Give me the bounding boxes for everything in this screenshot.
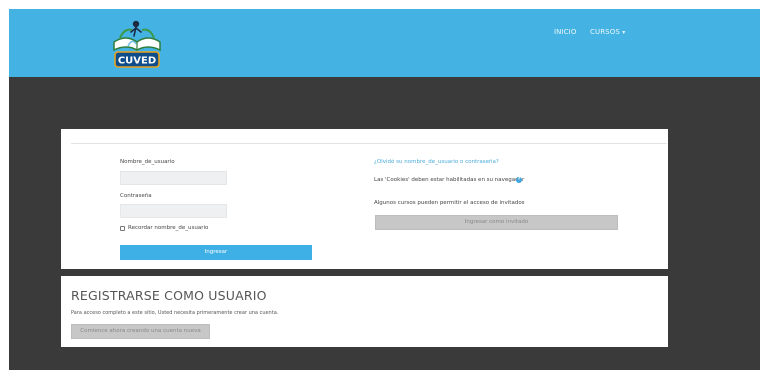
nav-cursos-menu[interactable]: CURSOS ▾: [590, 28, 625, 36]
nav-cursos-label: CURSOS: [590, 28, 620, 36]
register-description: Para acceso completo a este sitio, Usted…: [71, 310, 279, 316]
help-icon[interactable]: ?: [516, 177, 522, 183]
username-label: Nombre_de_usuario: [120, 159, 175, 165]
guest-login-button[interactable]: Ingresar como invitado: [375, 215, 618, 230]
divider: [71, 143, 667, 144]
password-label: Contraseña: [120, 193, 152, 199]
cuved-logo[interactable]: CUVED: [106, 16, 168, 72]
remember-label: Recordar nombre_de_usuario: [128, 225, 209, 231]
register-panel: REGISTRARSE COMO USUARIO Para acceso com…: [61, 276, 668, 347]
forgot-password-link[interactable]: ¿Olvidó su nombre_de_usuario o contraseñ…: [374, 159, 499, 165]
register-title: REGISTRARSE COMO USUARIO: [71, 288, 267, 303]
guest-info-text: Algunos cursos pueden permitir el acceso…: [374, 200, 525, 206]
username-field[interactable]: [120, 171, 227, 185]
login-panel: Nombre_de_usuario Contraseña Recordar no…: [61, 129, 668, 269]
create-account-button[interactable]: Comience ahora creando una cuenta nueva: [71, 324, 210, 339]
nav-inicio-link[interactable]: INICIO: [554, 28, 576, 36]
site-header: CUVED INICIO CURSOS ▾: [9, 9, 760, 77]
password-field[interactable]: [120, 204, 227, 218]
cookies-text: Las 'Cookies' deben estar habilitadas en…: [374, 177, 525, 183]
remember-checkbox[interactable]: [120, 226, 125, 231]
cookies-notice: Las 'Cookies' deben estar habilitadas en…: [374, 177, 524, 183]
chevron-down-icon: ▾: [622, 29, 626, 36]
logo-text: CUVED: [118, 56, 156, 67]
login-button[interactable]: Ingresar: [120, 245, 312, 260]
